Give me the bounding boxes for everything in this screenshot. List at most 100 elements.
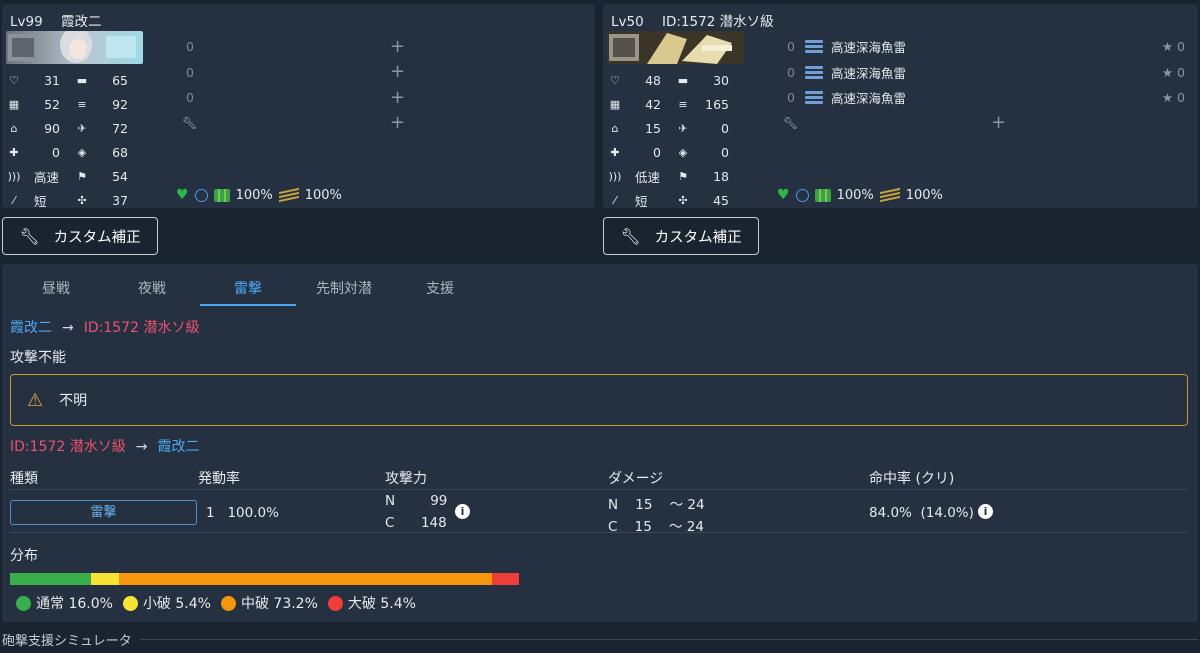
- distribution-segment: [491, 573, 519, 585]
- smile-icon[interactable]: [795, 188, 809, 202]
- morale-heart-icon[interactable]: ♥: [777, 187, 790, 203]
- custom-correction-button-right[interactable]: 🔧︎ カスタム補正: [603, 217, 759, 255]
- legend-label: 小破 5.4%: [142, 596, 211, 612]
- range-icon: ⁄: [13, 193, 15, 207]
- section-footer: 砲撃支援シミュレータ: [2, 630, 1198, 649]
- legend-dot-icon: [327, 595, 343, 611]
- ammo-percent[interactable]: 100%: [305, 188, 342, 203]
- fuel-percent[interactable]: 100%: [837, 188, 874, 203]
- stat-torpedo: ≡ 92: [74, 92, 142, 116]
- damage-distribution-bar: [10, 573, 519, 585]
- row-divider: [10, 532, 1188, 533]
- fuel-percent[interactable]: 100%: [236, 188, 273, 203]
- evasion-icon: ⌂: [611, 121, 619, 135]
- legend-item: 大破 5.4%: [327, 593, 416, 613]
- stat-evasion: ⌂ 15: [607, 116, 675, 140]
- equipment-slot[interactable]: 0 高速深海魚雷 ★ 0: [773, 60, 1193, 86]
- wrench-icon: 🔧︎: [19, 226, 40, 246]
- stat-los: ⚑ 18: [675, 164, 743, 188]
- trigger-rate: 1 100.0%: [206, 505, 279, 521]
- equipment-slot[interactable]: 0 +: [172, 60, 592, 86]
- add-equipment-icon[interactable]: +: [390, 88, 405, 107]
- tab-opening-asw[interactable]: 先制対潜: [296, 272, 392, 306]
- asw-icon: ◈: [77, 145, 87, 159]
- ammo-icon: [278, 187, 299, 203]
- ship-condition: ♥ 100% 100%: [777, 187, 949, 203]
- los-icon: ⚑: [77, 169, 87, 183]
- ship-banner-image[interactable]: [607, 31, 744, 64]
- custom-correction-button-left[interactable]: 🔧︎ カスタム補正: [2, 217, 158, 255]
- armor-icon: ▦: [8, 97, 20, 111]
- ammo-percent[interactable]: 100%: [906, 188, 943, 203]
- distribution-segment: [91, 573, 119, 585]
- power-normal: N 99: [385, 493, 448, 509]
- attack-kind-badge[interactable]: 雷撃: [10, 500, 197, 525]
- ship-level: Lv99: [10, 14, 43, 30]
- anti-air-icon: ✈: [77, 121, 87, 135]
- tab-night-battle[interactable]: 夜戦: [104, 272, 200, 306]
- torpedo-equipment-icon: [805, 91, 823, 105]
- ship-banner-image[interactable]: [6, 31, 143, 64]
- stat-hp: ♡ 48: [607, 68, 675, 92]
- legend-label: 中破 73.2%: [240, 596, 318, 612]
- equipment-slot[interactable]: 0 +: [172, 85, 592, 111]
- equipment-name[interactable]: 高速深海魚雷: [831, 37, 906, 56]
- improvement-star[interactable]: ★ 0: [1162, 39, 1185, 54]
- distribution-label: 分布: [10, 548, 38, 564]
- arrow-right-icon: →: [62, 320, 74, 336]
- ship-header: Lv50 ID:1572 潜水ソ級: [611, 10, 788, 30]
- slot-count: 0: [787, 39, 795, 55]
- stat-armor: ▦ 42: [607, 92, 675, 116]
- torpedo-equipment-icon: [805, 65, 823, 79]
- add-equipment-icon[interactable]: +: [991, 114, 1006, 132]
- stat-asw: ◈ 68: [74, 140, 142, 164]
- add-equipment-icon[interactable]: +: [390, 63, 405, 81]
- equipment-slot[interactable]: 0 高速深海魚雷 ★ 0: [773, 34, 1193, 60]
- extra-slot[interactable]: 🔧︎ +: [172, 111, 592, 137]
- speed-icon: ))): [7, 169, 21, 183]
- morale-heart-icon[interactable]: ♥: [176, 187, 189, 203]
- stat-asw: ◈ 0: [675, 140, 743, 164]
- asw-icon: ◈: [678, 145, 688, 159]
- anti-air-icon: ✈: [678, 121, 688, 135]
- tab-support[interactable]: 支援: [392, 272, 488, 306]
- stat-anti-air: ✈ 72: [74, 116, 142, 140]
- ship-name[interactable]: 霞改二: [61, 14, 102, 30]
- torpedo-icon: ≡: [77, 97, 87, 111]
- equipment-slot[interactable]: 0 高速深海魚雷 ★ 0: [773, 85, 1193, 111]
- legend-item: 小破 5.4%: [122, 593, 211, 613]
- support-simulator-title: 砲撃支援シミュレータ: [2, 634, 132, 649]
- slot-count: 0: [186, 39, 194, 55]
- tab-day-battle[interactable]: 昼戦: [8, 272, 104, 306]
- defender-name: ID:1572 潜水ソ級: [83, 320, 200, 336]
- ship-card-right: Lv50 ID:1572 潜水ソ級 ♡ 48 ▬ 30 ▦ 42 ≡ 165 ⌂ 15 ✈…: [603, 4, 1198, 209]
- luck-icon: ✣: [678, 193, 688, 207]
- legend-label: 通常 16.0%: [36, 596, 113, 612]
- los-icon: ⚑: [678, 169, 688, 183]
- range-icon: ⁄: [614, 193, 616, 207]
- column-header-damage: ダメージ: [608, 471, 664, 487]
- power-info-icon[interactable]: i: [455, 504, 470, 519]
- firepower-gun-icon: ▬: [677, 73, 689, 87]
- stat-anti-air: ✈ 0: [675, 116, 743, 140]
- slot-count: 0: [787, 90, 795, 106]
- attacker-name: ID:1572 潜水ソ級: [10, 439, 126, 455]
- fuel-icon: [213, 188, 230, 202]
- warning-text: 不明: [59, 393, 88, 409]
- ship-level: Lv50: [611, 14, 644, 30]
- add-equipment-icon[interactable]: +: [390, 37, 405, 56]
- stat-torpedo: ≡ 165: [675, 92, 743, 116]
- power-critical: C 148: [385, 515, 447, 531]
- stat-evasion: ⌂ 90: [6, 116, 74, 140]
- equipment-name[interactable]: 高速深海魚雷: [831, 88, 906, 107]
- equipment-name[interactable]: 高速深海魚雷: [831, 63, 906, 82]
- smile-icon[interactable]: [194, 188, 208, 202]
- ship-name[interactable]: ID:1572 潜水ソ級: [662, 14, 774, 30]
- add-equipment-icon[interactable]: +: [390, 114, 405, 132]
- hit-info-icon[interactable]: i: [978, 504, 993, 519]
- improvement-star[interactable]: ★ 0: [1162, 90, 1185, 105]
- tab-torpedo[interactable]: 雷撃: [200, 272, 296, 306]
- improvement-star[interactable]: ★ 0: [1162, 65, 1185, 80]
- equipment-slot[interactable]: 0 +: [172, 34, 592, 60]
- extra-slot[interactable]: 🔧︎ +: [773, 111, 1193, 137]
